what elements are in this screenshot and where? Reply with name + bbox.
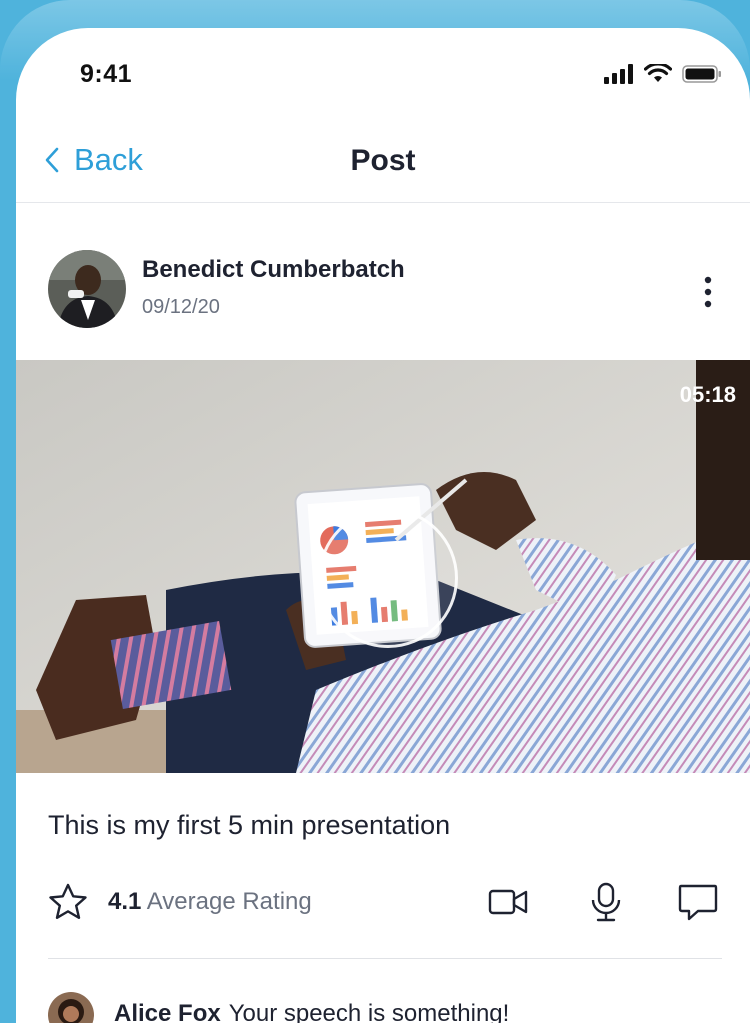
- comment-body: Your speech is something!: [228, 1000, 510, 1023]
- play-button[interactable]: [318, 508, 458, 648]
- comment-icon[interactable]: [676, 880, 720, 924]
- device-frame: 9:41 Back Post Benedict Cumberbatch 09/1…: [0, 0, 750, 1023]
- status-bar: 9:41: [16, 28, 750, 118]
- rating-summary: 4.1 Average Rating: [48, 882, 312, 922]
- wifi-icon: [644, 64, 672, 82]
- post-caption: This is my first 5 min presentation: [48, 810, 451, 840]
- battery-icon: [682, 65, 721, 83]
- signal-icon: [604, 64, 633, 84]
- video-camera-icon[interactable]: [486, 880, 530, 924]
- comment-text: Alice Fox Your speech is something!: [114, 1000, 509, 1023]
- star-icon[interactable]: [48, 882, 88, 922]
- video-player[interactable]: 05:18: [16, 360, 750, 773]
- post-author: Benedict Cumberbatch 09/12/20: [16, 248, 750, 338]
- microphone-icon[interactable]: [584, 880, 628, 924]
- rating-label: Average Rating: [146, 888, 312, 915]
- play-icon: [374, 556, 404, 594]
- phone-screen: 9:41 Back Post Benedict Cumberbatch 09/1…: [16, 28, 750, 1023]
- author-name[interactable]: Benedict Cumberbatch: [142, 256, 405, 284]
- page-title: Post: [350, 144, 416, 177]
- comment-item[interactable]: Alice Fox Your speech is something!: [48, 988, 748, 1023]
- video-duration: 05:18: [679, 382, 736, 407]
- comment-author[interactable]: Alice Fox: [114, 1000, 221, 1023]
- post-date: 09/12/20: [142, 296, 220, 318]
- navigation-bar: Back Post: [16, 118, 750, 203]
- post-actions: 4.1 Average Rating: [16, 878, 750, 938]
- rating-value: 4.1: [108, 888, 142, 915]
- status-time: 9:41: [80, 60, 133, 88]
- author-avatar[interactable]: [48, 250, 126, 328]
- divider: [48, 958, 722, 959]
- comment-avatar[interactable]: [48, 992, 94, 1023]
- status-icons: [604, 64, 722, 84]
- more-vertical-icon[interactable]: [698, 272, 718, 312]
